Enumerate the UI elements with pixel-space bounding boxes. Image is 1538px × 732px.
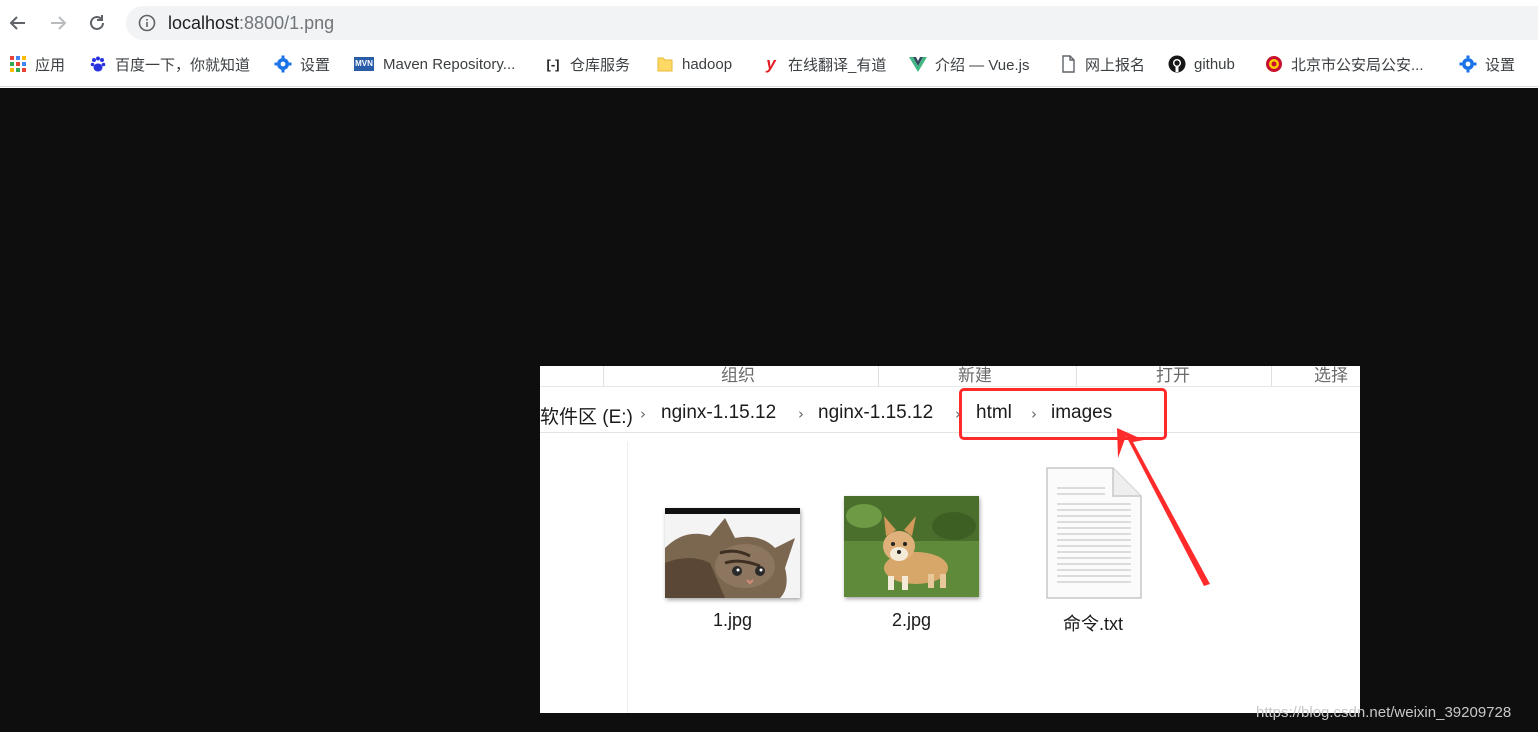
youdao-icon: y bbox=[766, 54, 776, 73]
bookmark-settings-2[interactable]: 设置 bbox=[1459, 48, 1515, 80]
ribbon-divider bbox=[603, 366, 604, 386]
mvn-icon-text: MVN bbox=[354, 57, 374, 71]
ribbon-group-open: 打开 bbox=[1156, 366, 1190, 386]
mvn-icon: MVN bbox=[353, 55, 375, 73]
folder-icon bbox=[656, 55, 674, 73]
file-item-command-txt: 命令.txt bbox=[1030, 466, 1156, 638]
aliyun-icon: [-] bbox=[544, 55, 562, 73]
bookmark-hadoop[interactable]: hadoop bbox=[656, 48, 732, 80]
gear-icon bbox=[1459, 55, 1477, 73]
reload-button[interactable] bbox=[83, 9, 111, 37]
ribbon-group-new: 新建 bbox=[958, 366, 992, 386]
page-icon bbox=[1059, 55, 1077, 73]
browser-toolbar: localhost:8800/1.png bbox=[0, 0, 1538, 46]
gear-icon bbox=[274, 55, 292, 73]
bookmark-beijing-police[interactable]: 北京市公安局公安... bbox=[1265, 48, 1424, 80]
breadcrumb-nginx-1: nginx-1.15.12 bbox=[661, 402, 777, 423]
bookmark-vue[interactable]: 介绍 — Vue.js bbox=[909, 48, 1029, 80]
bookmark-label: 设置 bbox=[300, 56, 331, 74]
text-document-icon bbox=[1046, 467, 1142, 599]
chevron-right-icon: › bbox=[640, 405, 646, 423]
corgi-photo-icon bbox=[844, 496, 979, 597]
displayed-image: 组织 新建 打开 选择 软件区 (E:) › nginx-1.15.12 › n… bbox=[540, 366, 1360, 713]
back-button[interactable] bbox=[4, 9, 32, 37]
bookmark-label: 网上报名 bbox=[1085, 56, 1146, 74]
ribbon-group-organize: 组织 bbox=[721, 366, 755, 386]
bookmark-youdao[interactable]: y 在线翻译_有道 bbox=[762, 48, 886, 80]
breadcrumb-drive: 软件区 (E:) bbox=[540, 407, 633, 428]
kitten-thumbnail bbox=[665, 508, 800, 598]
github-icon bbox=[1168, 55, 1186, 73]
bookmark-baidu[interactable]: 百度一下，你就知道 bbox=[89, 48, 250, 80]
aliyun-icon-text: [-] bbox=[546, 56, 560, 72]
bookmark-github[interactable]: github bbox=[1168, 48, 1235, 80]
bookmark-apps[interactable]: 应用 bbox=[9, 48, 65, 80]
watermark-text: https://blog.csdn.net/weixin_39209728 bbox=[1256, 704, 1512, 721]
info-icon bbox=[138, 14, 156, 32]
address-bar[interactable]: localhost:8800/1.png bbox=[126, 6, 1538, 40]
forward-button[interactable] bbox=[44, 9, 72, 37]
highlight-box bbox=[959, 388, 1167, 440]
bookmark-label: 介绍 — Vue.js bbox=[935, 56, 1030, 74]
police-badge-icon bbox=[1265, 55, 1283, 73]
file-name: 命令.txt bbox=[1062, 614, 1123, 634]
corgi-thumbnail bbox=[844, 496, 979, 597]
bookmark-maven[interactable]: MVN Maven Repository... bbox=[353, 48, 515, 80]
reload-icon bbox=[90, 15, 104, 30]
bookmark-settings[interactable]: 设置 bbox=[274, 48, 330, 80]
bookmark-label: Maven Repository... bbox=[383, 55, 516, 73]
arrow-right-icon bbox=[51, 16, 67, 30]
url-text: localhost:8800/1.png bbox=[168, 12, 334, 34]
ribbon-group-select: 选择 bbox=[1314, 366, 1348, 386]
bookmark-label: github bbox=[1194, 55, 1235, 73]
bookmark-label: 北京市公安局公安... bbox=[1291, 56, 1424, 74]
bookmark-repo-service[interactable]: [-] 仓库服务 bbox=[544, 48, 631, 80]
ribbon-divider bbox=[878, 366, 879, 386]
chevron-right-icon: › bbox=[798, 405, 804, 423]
bookmarks-bar: 应用 百度一下，你就知道 设置 MVN Maven Repository... … bbox=[0, 48, 1538, 87]
navigation-pane-divider bbox=[627, 442, 628, 713]
explorer-address-bar: 软件区 (E:) › nginx-1.15.12 › nginx-1.15.12… bbox=[540, 388, 1360, 433]
bookmark-label: hadoop bbox=[682, 55, 733, 73]
vue-icon bbox=[909, 55, 927, 73]
browser-chrome: localhost:8800/1.png 应用 百度一下，你就知道 设置 MVN… bbox=[0, 0, 1538, 88]
url-host: localhost bbox=[168, 13, 240, 33]
bookmark-label: 设置 bbox=[1485, 56, 1516, 74]
bookmark-label: 应用 bbox=[35, 56, 66, 74]
file-item-1-jpg: 1.jpg bbox=[665, 508, 801, 638]
bookmark-label: 百度一下，你就知道 bbox=[115, 56, 251, 74]
arrow-left-icon bbox=[9, 16, 25, 30]
explorer-ribbon: 组织 新建 打开 选择 bbox=[540, 366, 1360, 387]
breadcrumb-nginx-2: nginx-1.15.12 bbox=[818, 402, 934, 423]
bookmark-label: 在线翻译_有道 bbox=[788, 56, 887, 74]
apps-grid-icon bbox=[9, 55, 27, 73]
bookmark-online-registration[interactable]: 网上报名 bbox=[1059, 48, 1145, 80]
baidu-paw-icon bbox=[89, 55, 107, 73]
file-item-2-jpg: 2.jpg bbox=[844, 496, 980, 638]
ribbon-divider bbox=[1271, 366, 1272, 386]
file-name: 1.jpg bbox=[712, 610, 753, 630]
ribbon-divider bbox=[1076, 366, 1077, 386]
file-name: 2.jpg bbox=[891, 610, 932, 630]
bookmark-label: 仓库服务 bbox=[570, 56, 631, 74]
kitten-photo-icon bbox=[665, 508, 800, 598]
url-path: :8800/1.png bbox=[239, 13, 335, 33]
